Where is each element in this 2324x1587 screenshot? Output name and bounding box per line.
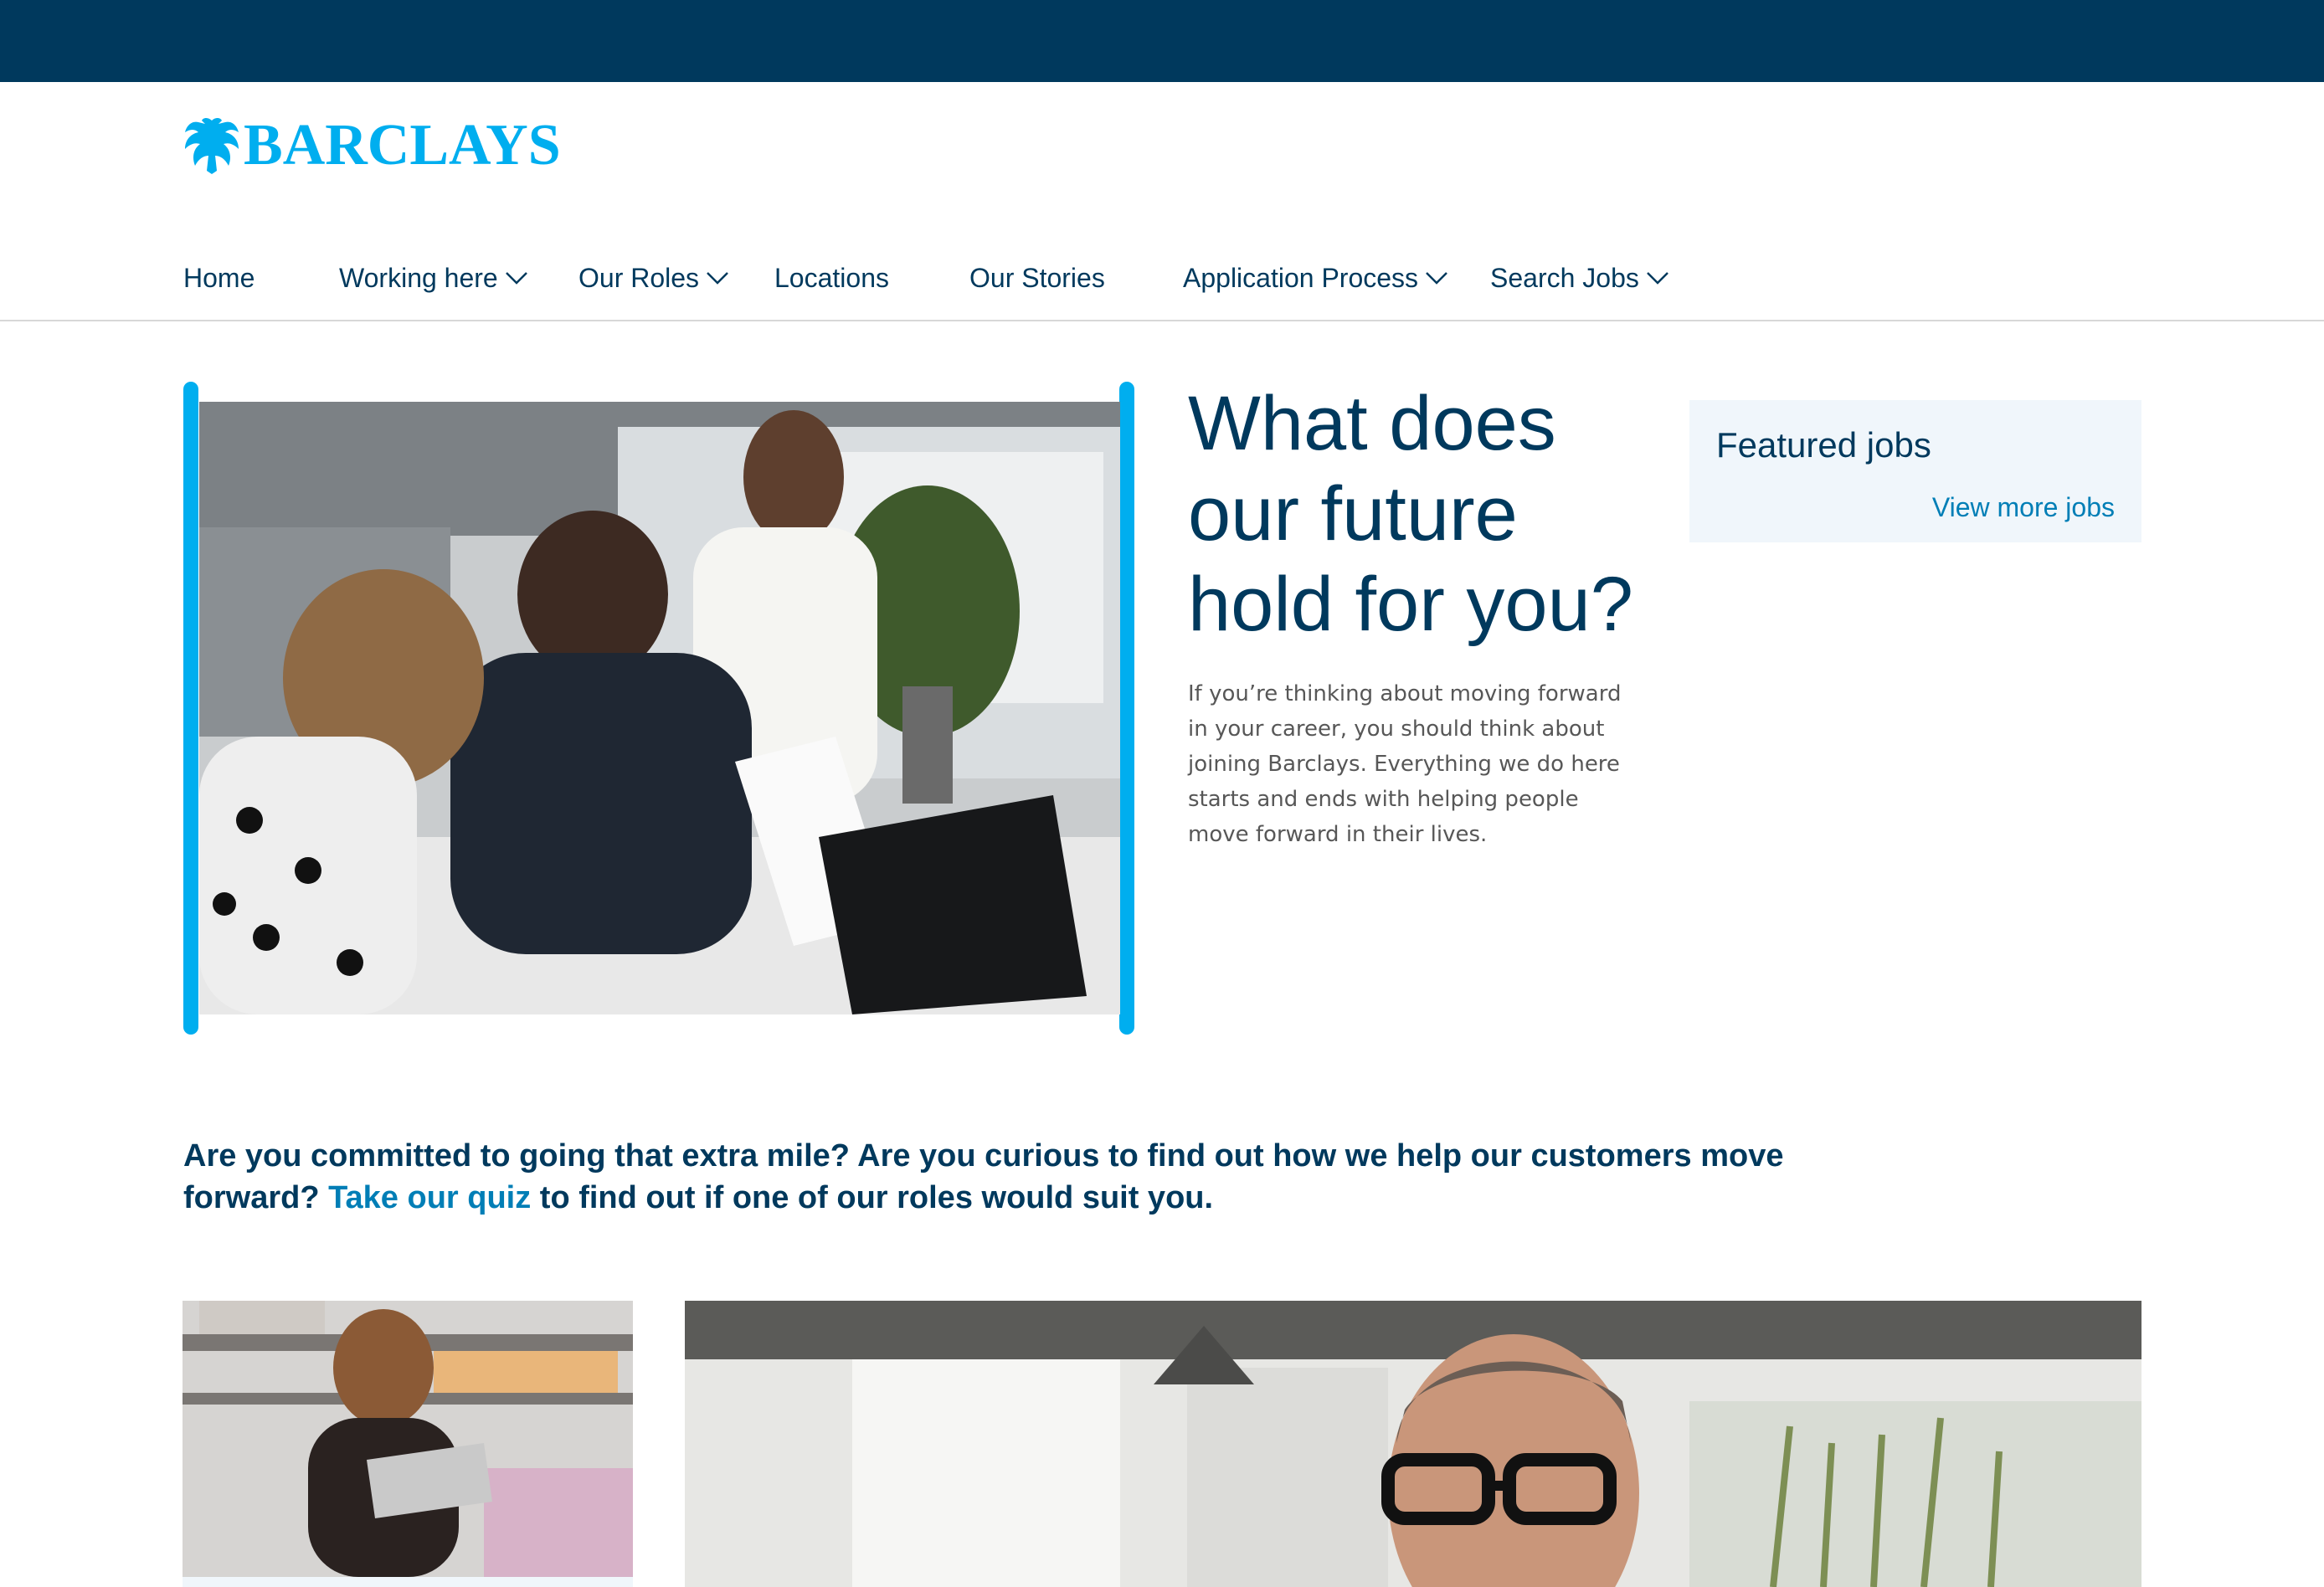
story-card-footer-strip	[183, 1577, 633, 1587]
nav-working-here-label: Working here	[339, 262, 498, 293]
featured-jobs-title: Featured jobs	[1716, 425, 1931, 465]
nav-our-roles[interactable]: Our Roles	[578, 254, 729, 301]
quiz-callout: Are you committed to going that extra mi…	[183, 1135, 1858, 1219]
hero-intro-text: If you’re thinking about moving forward …	[1188, 681, 1622, 847]
nav-search-jobs[interactable]: Search Jobs	[1490, 254, 1669, 301]
chevron-down-icon	[1426, 272, 1447, 285]
hero-accent-bar-right	[1119, 382, 1134, 1035]
hero-image-frame	[183, 382, 1134, 1035]
nav-application-process[interactable]: Application Process	[1183, 254, 1448, 301]
nav-divider	[0, 320, 2324, 321]
hero-headline: What does our future hold for you?	[1188, 381, 1633, 647]
nav-working-here[interactable]: Working here	[339, 254, 528, 301]
nav-our-stories[interactable]: Our Stories	[969, 254, 1105, 301]
nav-our-roles-label: Our Roles	[578, 262, 700, 293]
chevron-down-icon	[1646, 272, 1668, 285]
eagle-icon	[185, 118, 239, 174]
top-header-bar	[0, 0, 2324, 82]
story-card-photo-tablet[interactable]	[183, 1301, 633, 1577]
take-quiz-link[interactable]: Take our quiz	[328, 1180, 531, 1215]
nav-home-label: Home	[183, 262, 255, 293]
view-more-jobs-link[interactable]: View more jobs	[1932, 492, 2115, 523]
story-card-photo-man[interactable]	[685, 1301, 2141, 1587]
chevron-down-icon	[707, 272, 728, 285]
nav-home[interactable]: Home	[183, 254, 255, 301]
nav-our-stories-label: Our Stories	[969, 262, 1105, 293]
hero-office-photo	[199, 402, 1120, 1014]
chevron-down-icon	[505, 272, 527, 285]
barclays-logo[interactable]: BARCLAYS	[183, 116, 561, 176]
nav-application-process-label: Application Process	[1183, 262, 1419, 293]
nav-locations-label: Locations	[774, 262, 889, 293]
nav-search-jobs-label: Search Jobs	[1490, 262, 1639, 293]
quiz-text-after: to find out if one of our roles would su…	[531, 1180, 1214, 1215]
hero-accent-bar-left	[183, 382, 198, 1035]
brand-wordmark: BARCLAYS	[244, 113, 561, 177]
featured-jobs-panel: Featured jobs View more jobs	[1689, 400, 2141, 542]
nav-locations[interactable]: Locations	[774, 254, 889, 301]
